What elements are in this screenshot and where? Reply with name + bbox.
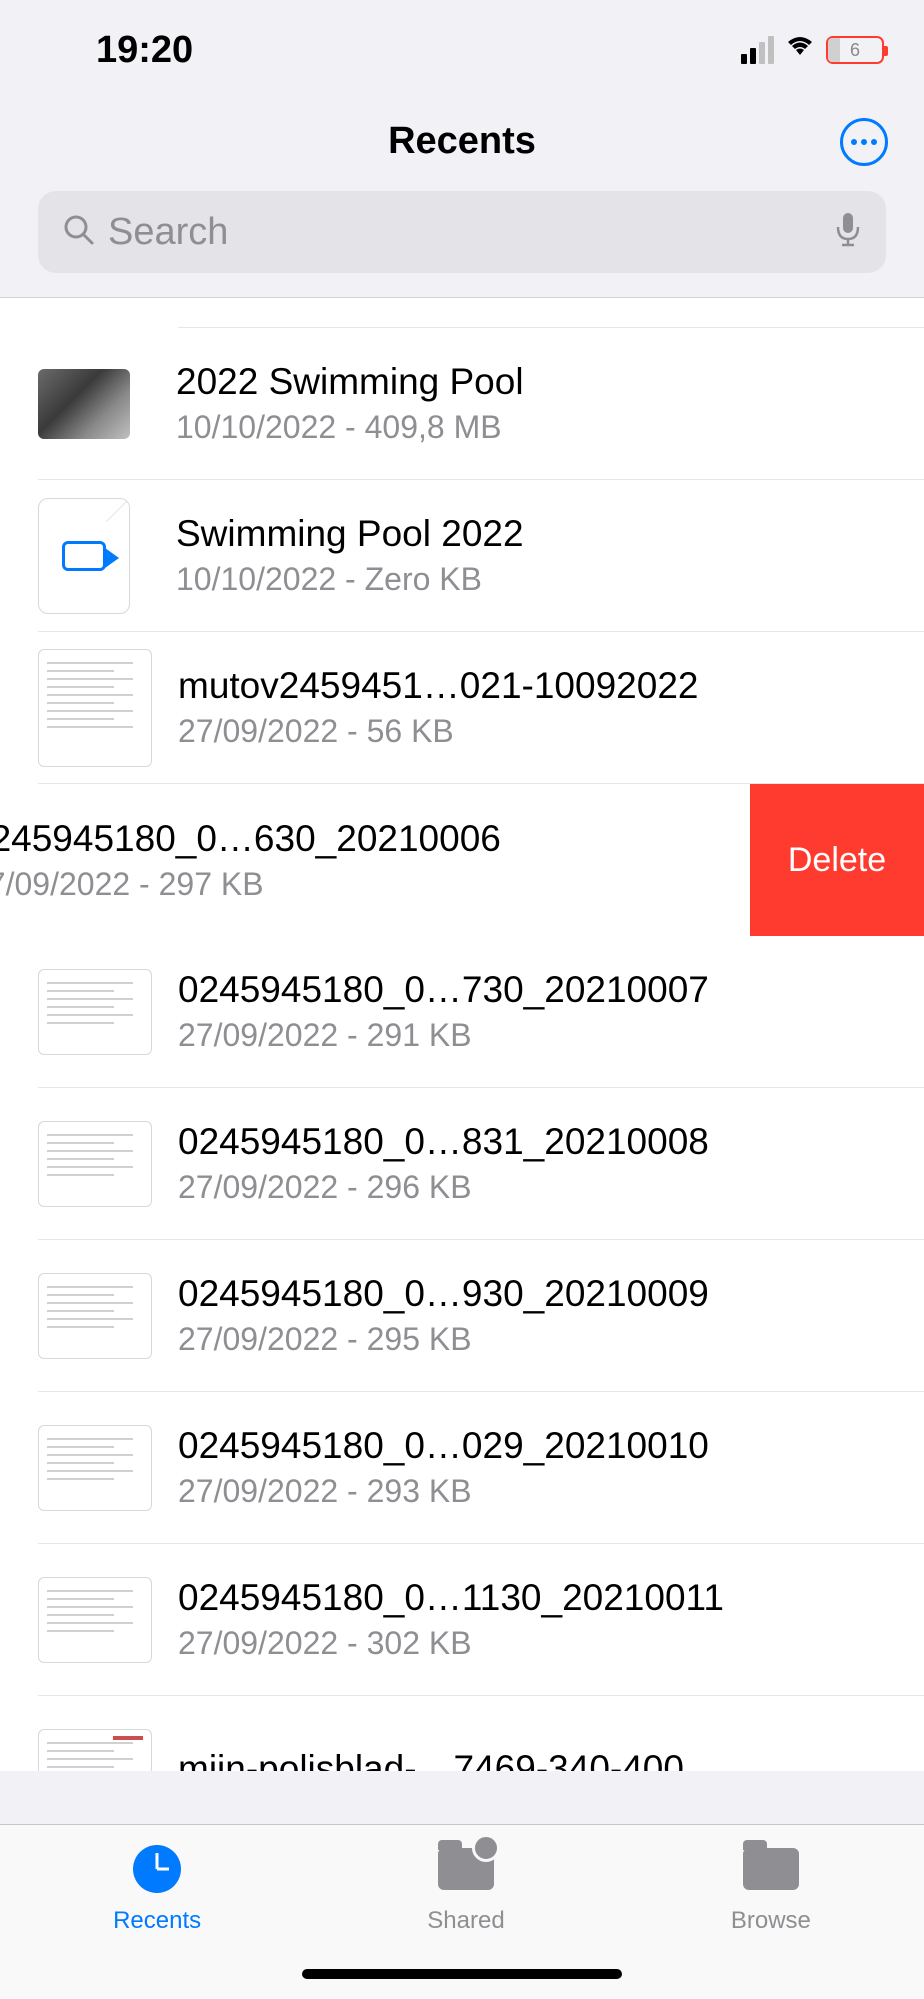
file-row[interactable]: 0245945180_0…029_20210010 27/09/2022 - 2… xyxy=(0,1392,924,1544)
tab-browse[interactable]: Browse xyxy=(731,1841,811,1935)
file-thumbnail-document xyxy=(38,1273,152,1359)
file-meta: 10/10/2022 - 409,8 MB xyxy=(176,409,894,446)
file-thumbnail-document xyxy=(38,1577,152,1663)
file-row[interactable]: 0245945180_0…1130_20210011 27/09/2022 - … xyxy=(0,1544,924,1696)
file-name: mutov2459451…021-10092022 xyxy=(178,665,894,707)
video-icon xyxy=(62,541,106,571)
folder-icon xyxy=(743,1841,799,1897)
more-options-button[interactable] xyxy=(840,118,888,166)
file-name: 2022 Swimming Pool xyxy=(176,361,894,403)
file-meta: 27/09/2022 - 293 KB xyxy=(178,1473,894,1510)
file-thumbnail-document xyxy=(38,649,152,767)
navigation-bar: Recents xyxy=(0,100,924,183)
status-bar: 19:20 6 xyxy=(0,0,924,100)
tab-bar: Recents Shared Browse xyxy=(0,1824,924,1999)
tab-recents[interactable]: Recents xyxy=(113,1841,201,1935)
file-row[interactable]: 2022 Swimming Pool 10/10/2022 - 409,8 MB xyxy=(0,328,924,480)
tab-label: Shared xyxy=(427,1907,504,1935)
status-time: 19:20 xyxy=(96,29,193,72)
file-name: 0245945180_0…029_20210010 xyxy=(178,1425,894,1467)
search-icon xyxy=(62,213,96,252)
file-row[interactable]: 0245945180_0…831_20210008 27/09/2022 - 2… xyxy=(0,1088,924,1240)
file-thumbnail-document xyxy=(38,969,152,1055)
file-thumbnail-document xyxy=(38,1729,152,1771)
file-thumbnail-document xyxy=(38,1121,152,1207)
file-row[interactable]: mijn-polisblad-…7469-340-400 xyxy=(0,1696,924,1771)
file-meta: 27/09/2022 - 295 KB xyxy=(178,1321,894,1358)
tab-shared[interactable]: Shared xyxy=(427,1841,504,1935)
file-row[interactable]: mutov2459451…021-10092022 27/09/2022 - 5… xyxy=(0,632,924,784)
file-meta: 27/09/2022 - 291 KB xyxy=(178,1017,894,1054)
status-indicators: 6 xyxy=(741,34,884,66)
search-input[interactable] xyxy=(108,211,834,254)
folder-shared-icon xyxy=(438,1841,494,1897)
home-indicator[interactable] xyxy=(302,1969,622,1979)
clock-icon xyxy=(129,1841,185,1897)
file-thumbnail-video xyxy=(38,498,130,614)
file-row[interactable]: Swimming Pool 2022 10/10/2022 - Zero KB xyxy=(0,480,924,632)
file-meta: 10/10/2022 - Zero KB xyxy=(176,561,894,598)
file-name: mijn-polisblad-…7469-340-400 xyxy=(178,1748,894,1771)
delete-button[interactable]: Delete xyxy=(750,784,924,936)
file-meta: 27/09/2022 - 296 KB xyxy=(178,1169,894,1206)
file-name: 0245945180_0…630_20210006 xyxy=(0,818,716,860)
battery-level: 6 xyxy=(850,40,860,61)
file-name: 0245945180_0…730_20210007 xyxy=(178,969,894,1011)
file-meta: 27/09/2022 - 297 KB xyxy=(0,866,716,903)
battery-icon: 6 xyxy=(826,36,884,64)
file-row-swiped[interactable]: 0245945180_0…630_20210006 27/09/2022 - 2… xyxy=(0,784,924,936)
file-thumbnail-photo xyxy=(38,369,130,439)
file-row[interactable]: 0245945180_0…730_20210007 27/09/2022 - 2… xyxy=(0,936,924,1088)
file-meta: 27/09/2022 - 56 KB xyxy=(178,713,894,750)
file-row[interactable]: 0245945180_0…930_20210009 27/09/2022 - 2… xyxy=(0,1240,924,1392)
cellular-signal-icon xyxy=(741,36,774,64)
wifi-icon xyxy=(784,34,816,66)
ellipsis-icon xyxy=(851,139,877,145)
microphone-icon[interactable] xyxy=(834,211,862,254)
tab-label: Recents xyxy=(113,1907,201,1935)
page-title: Recents xyxy=(388,120,536,163)
file-name: 0245945180_0…930_20210009 xyxy=(178,1273,894,1315)
partial-row-divider xyxy=(178,298,924,328)
search-bar[interactable] xyxy=(38,191,886,273)
file-list[interactable]: 2022 Swimming Pool 10/10/2022 - 409,8 MB… xyxy=(0,297,924,1771)
file-name: Swimming Pool 2022 xyxy=(176,513,894,555)
file-name: 0245945180_0…831_20210008 xyxy=(178,1121,894,1163)
file-meta: 27/09/2022 - 302 KB xyxy=(178,1625,894,1662)
file-name: 0245945180_0…1130_20210011 xyxy=(178,1577,894,1619)
file-thumbnail-document xyxy=(38,1425,152,1511)
tab-label: Browse xyxy=(731,1907,811,1935)
